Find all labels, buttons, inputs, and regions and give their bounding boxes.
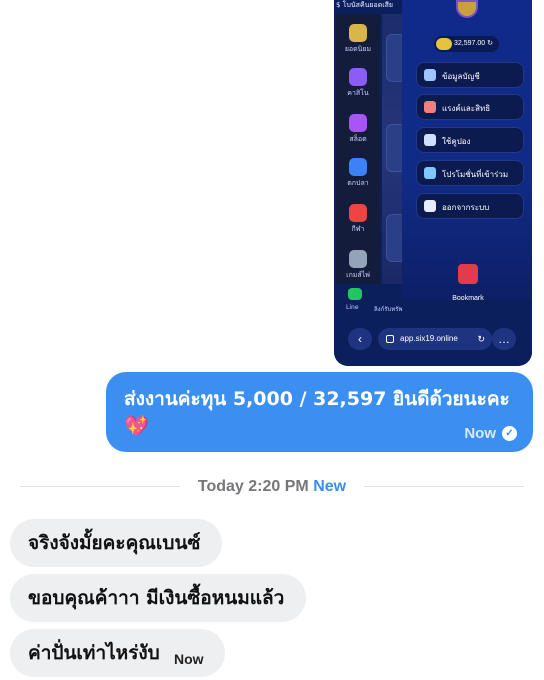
coin-icon: [436, 38, 452, 50]
sent-message-text: ส่งงานค่ะทุน 5,000 / 32,597 ยินดีด้วยนะค…: [124, 388, 510, 410]
balance-amount: 32,597.00: [454, 40, 486, 47]
new-badge: New: [313, 478, 347, 495]
received-message-bubble[interactable]: จริงจังมั้ยคะคุณเบนซ์: [10, 519, 222, 567]
delivered-check-icon: ✓: [502, 426, 517, 441]
received-time: Now: [174, 651, 204, 667]
category-popular: ยอดนิยม: [336, 18, 380, 62]
more-icon: …: [492, 328, 516, 350]
slot-icon: [349, 114, 367, 132]
game-category-menu: ยอดนิยม คาสิโน สล็อต ตกปลา กีฬา เกมส์ไพ่: [336, 14, 380, 284]
browser-toolbar: ‹ app.six19.online ↻ …: [334, 318, 532, 366]
category-label: ยอดนิยม: [344, 45, 372, 53]
logout-icon: [424, 200, 436, 212]
menu-account-info: ข้อมูลบัญชี: [416, 62, 524, 88]
dice-icon: [349, 250, 367, 268]
menu-rank: แรงค์และสิทธิ: [416, 94, 524, 120]
menu-label: ออกจากระบบ: [442, 203, 490, 212]
category-fishing: ตกปลา: [336, 152, 380, 196]
received-message-text: ขอบคุณค้าาา มีเงินซื้อหนมแล้ว: [28, 587, 285, 609]
bookmark-label: Bookmark: [452, 295, 484, 302]
menu-label: แรงค์และสิทธิ: [442, 104, 491, 113]
menu-label: ข้อมูลบัญชี: [442, 72, 480, 81]
url-text: app.six19.online: [400, 334, 458, 343]
received-message-text: ค่าปั่นเท่าไหร่งับ: [28, 642, 160, 664]
line-contact: Line ลิงก์รับทรัพ: [338, 288, 402, 316]
chat-screen: $ โบนัสคืนยอดเสีย ยอดนิยม คาสิโน สล็อต ต…: [0, 0, 544, 680]
category-card-games: เกมส์ไพ่: [336, 244, 380, 288]
medal-icon: [424, 101, 436, 113]
cards-icon: [349, 68, 367, 86]
date-divider: Today 2:20 PM New: [180, 476, 364, 498]
line-icon: [348, 288, 362, 300]
line-extra-label: ลิงก์รับทรัพ: [374, 306, 403, 313]
received-message-bubble[interactable]: ขอบคุณค้าาา มีเงินซื้อหนมแล้ว: [10, 574, 306, 622]
fish-icon: [349, 158, 367, 176]
bookmark-icon: [458, 264, 478, 284]
gift-icon: [424, 167, 436, 179]
star-icon: [349, 24, 367, 42]
account-panel: 32,597.00 ↻ ข้อมูลบัญชี แรงค์และสิทธิ ใช…: [402, 0, 532, 302]
category-label: เกมส์ไพ่: [346, 271, 370, 279]
menu-logout: ออกจากระบบ: [416, 193, 524, 219]
avatar: [456, 0, 478, 18]
received-message-bubble[interactable]: ค่าปั่นเท่าไหร่งับ Now: [10, 629, 225, 677]
divider-time: Today 2:20 PM: [197, 478, 309, 495]
bookmark-button: Bookmark: [446, 264, 490, 304]
back-icon: ‹: [348, 328, 372, 350]
reload-icon: ↻: [477, 334, 485, 344]
category-label: กีฬา: [351, 225, 365, 233]
menu-coupon: ใช้คูปอง: [416, 127, 524, 153]
sent-time: Now: [464, 425, 496, 442]
category-sport: กีฬา: [336, 198, 380, 242]
url-bar: app.six19.online ↻: [378, 328, 492, 350]
shared-screenshot-image[interactable]: $ โบนัสคืนยอดเสีย ยอดนิยม คาสิโน สล็อต ต…: [334, 0, 532, 366]
sent-message-bubble[interactable]: ส่งงานค่ะทุน 5,000 / 32,597 ยินดีด้วยนะค…: [106, 372, 533, 452]
received-message-text: จริงจังมั้ยคะคุณเบนซ์: [28, 532, 201, 554]
page-icon: [386, 335, 394, 343]
bonus-banner-text: $ โบนัสคืนยอดเสีย: [336, 1, 394, 9]
category-label: คาสิโน: [347, 89, 369, 97]
category-casino: คาสิโน: [336, 62, 380, 106]
category-slot: สล็อต: [336, 108, 380, 152]
ball-icon: [349, 204, 367, 222]
balance-badge: 32,597.00 ↻: [434, 36, 499, 52]
sent-status: Now ✓: [464, 426, 517, 442]
user-icon: [424, 69, 436, 81]
category-label: ตกปลา: [347, 179, 369, 187]
menu-promotions: โปรโมชั่นที่เข้าร่วม: [416, 160, 524, 186]
menu-label: ใช้คูปอง: [442, 137, 471, 146]
coupon-icon: [424, 134, 436, 146]
line-label: Line: [346, 304, 359, 311]
menu-label: โปรโมชั่นที่เข้าร่วม: [442, 170, 509, 179]
category-label: สล็อต: [349, 135, 367, 143]
heart-icon: 💖: [124, 416, 149, 438]
